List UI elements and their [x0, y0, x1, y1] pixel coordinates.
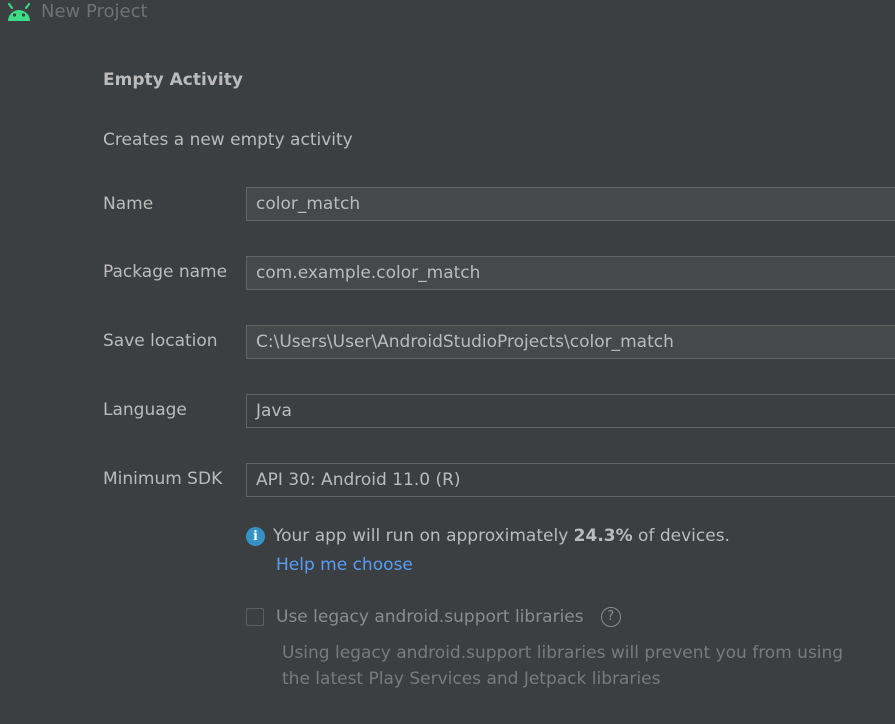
language-label: Language — [103, 400, 187, 420]
legacy-description-line-1: Using legacy android.support libraries w… — [282, 643, 844, 663]
android-icon — [8, 3, 30, 21]
template-heading: Empty Activity — [103, 70, 243, 90]
title-bar: New Project — [0, 0, 895, 26]
package-name-label: Package name — [103, 262, 228, 282]
name-label: Name — [103, 194, 154, 214]
legacy-libraries-row: Use legacy android.support libraries ? — [246, 607, 621, 627]
save-location-field[interactable]: C:\Users\User\AndroidStudioProjects\colo… — [246, 325, 895, 359]
sdk-info-text-before: Your app will run on approximately — [273, 526, 574, 546]
window-title: New Project — [41, 1, 148, 22]
language-select[interactable]: Java — [246, 394, 895, 428]
template-description: Creates a new empty activity — [103, 130, 353, 150]
minimum-sdk-select[interactable]: API 30: Android 11.0 (R) — [246, 463, 895, 497]
package-name-field[interactable]: com.example.color_match — [246, 256, 895, 290]
sdk-info-percentage: 24.3% — [573, 526, 633, 546]
name-field[interactable]: color_match — [246, 187, 895, 221]
question-icon[interactable]: ? — [600, 607, 621, 627]
legacy-description-line-2: the latest Play Services and Jetpack lib… — [282, 669, 661, 689]
legacy-libraries-label[interactable]: Use legacy android.support libraries — [276, 607, 584, 627]
legacy-libraries-description: Using legacy android.support libraries w… — [282, 640, 882, 692]
sdk-info-text-after: of devices. — [632, 526, 730, 546]
save-location-label: Save location — [103, 331, 218, 351]
legacy-libraries-checkbox[interactable] — [246, 608, 264, 626]
help-me-choose-link[interactable]: Help me choose — [276, 555, 413, 575]
sdk-info: i Your app will run on approximately 24.… — [246, 526, 730, 546]
minimum-sdk-label: Minimum SDK — [103, 469, 223, 489]
info-icon: i — [246, 526, 265, 546]
